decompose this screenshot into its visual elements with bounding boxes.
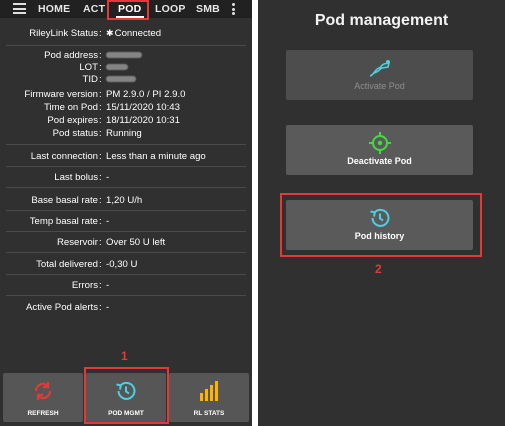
tab-act[interactable]: ACT: [83, 1, 105, 17]
refresh-label: REFRESH: [27, 410, 59, 417]
row-value: Connected: [114, 28, 162, 39]
divider: [6, 252, 246, 253]
tab-loop[interactable]: LOOP: [155, 1, 186, 17]
row-label: Last bolus: [54, 172, 98, 183]
pod-management-screen: Pod management Activate Pod Deactivate P…: [258, 0, 505, 426]
redacted-value: [106, 76, 136, 83]
rl-stats-label: RL STATS: [193, 410, 225, 417]
divider: [6, 45, 246, 46]
row-label: Reservoir: [56, 237, 98, 248]
row-label: Errors: [71, 280, 98, 291]
row-value: PM 2.9.0 / PI 2.9.0: [106, 89, 186, 100]
page-title: Pod management: [314, 12, 449, 29]
highlight-pod-mgmt-button: [84, 367, 169, 424]
row-label: Pod expires: [47, 115, 98, 126]
row-label: Temp basal rate: [29, 216, 98, 227]
hamburger-menu-icon[interactable]: [13, 3, 26, 14]
activate-pod-button[interactable]: Activate Pod: [286, 50, 473, 100]
row-value: Running: [106, 128, 142, 139]
row-value: 18/11/2020 10:31: [106, 115, 180, 126]
row-label: RileyLink Status: [29, 28, 98, 39]
divider: [6, 144, 246, 145]
activate-pod-label: Activate Pod: [354, 81, 405, 91]
tab-home[interactable]: HOME: [38, 1, 70, 17]
highlight-pod-history-button: [280, 193, 482, 257]
refresh-icon: [34, 382, 52, 400]
row-value: 1,20 U/h: [106, 195, 143, 206]
row-label: Pod address: [44, 50, 98, 61]
pod-icon: [369, 60, 391, 77]
row-label: Total delivered: [36, 259, 98, 270]
rl-stats-button[interactable]: RL STATS: [169, 373, 249, 422]
refresh-button[interactable]: REFRESH: [3, 373, 83, 422]
row-value: -0,30 U: [106, 259, 138, 270]
row-label: LOT: [79, 62, 98, 73]
divider: [6, 187, 246, 188]
step-marker-2: 2: [375, 262, 382, 276]
row-value: -: [106, 172, 110, 183]
row-label: Base basal rate: [31, 195, 98, 206]
divider: [6, 166, 246, 167]
row-label: Time on Pod: [43, 102, 98, 113]
highlight-pod-tab: [107, 0, 149, 20]
divider: [6, 210, 246, 211]
redacted-value: [106, 64, 128, 71]
row-value: Less than a minute ago: [106, 151, 206, 162]
step-marker-1: 1: [121, 349, 128, 363]
row-value: -: [106, 216, 110, 227]
row-value: -: [106, 280, 110, 291]
row-value: 15/11/2020 10:43: [106, 102, 180, 113]
divider: [6, 295, 246, 296]
row-label: Active Pod alerts: [26, 302, 98, 313]
row-label: Firmware version: [24, 89, 98, 100]
deactivate-pod-label: Deactivate Pod: [347, 156, 412, 166]
deactivate-pod-button[interactable]: Deactivate Pod: [286, 125, 473, 175]
row-value: Over 50 U left: [106, 237, 166, 248]
overflow-menu-icon[interactable]: [232, 3, 236, 17]
pod-status-screen: HOME ACT POD LOOP SMB RileyLink Status :…: [0, 0, 252, 426]
row-label: Last connection: [30, 151, 98, 162]
tab-smb[interactable]: SMB: [196, 1, 220, 17]
bar-chart-icon: [200, 381, 218, 401]
row-label: Pod status: [52, 128, 98, 139]
divider: [6, 274, 246, 275]
redacted-value: [106, 52, 142, 59]
crosshair-icon: [369, 132, 391, 154]
bluetooth-icon: ✱: [106, 28, 114, 38]
divider: [6, 231, 246, 232]
row-label: TID: [82, 74, 98, 85]
row-value: -: [106, 302, 110, 313]
